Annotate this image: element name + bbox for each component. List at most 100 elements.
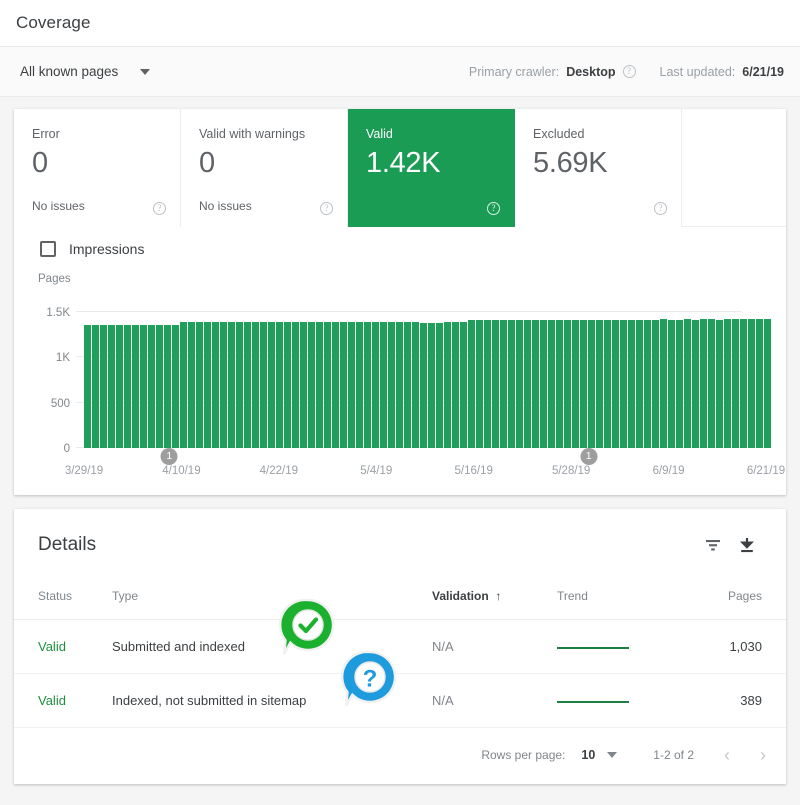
chart-bar[interactable] — [268, 321, 275, 448]
column-header-trend[interactable]: Trend — [557, 581, 682, 620]
chart-bar[interactable] — [380, 321, 387, 448]
chart-bar[interactable] — [108, 325, 115, 448]
chart-bar[interactable] — [708, 319, 715, 448]
chevron-left-icon[interactable]: ‹ — [724, 745, 730, 766]
chart-bar[interactable] — [612, 319, 619, 448]
chart-bar[interactable] — [532, 320, 539, 448]
help-icon[interactable]: ? — [487, 202, 500, 215]
chart-bar[interactable] — [524, 320, 531, 448]
status-card-excluded[interactable]: Excluded 5.69K ? — [515, 109, 682, 227]
chart-bar[interactable] — [348, 321, 355, 448]
chart-bar[interactable] — [500, 319, 507, 448]
chart-bar[interactable] — [252, 321, 259, 448]
chart-bar[interactable] — [572, 320, 579, 448]
chart-bar[interactable] — [628, 319, 635, 448]
column-header-pages[interactable]: Pages — [682, 581, 786, 620]
chart-bar[interactable] — [716, 319, 723, 448]
chevron-right-icon[interactable]: › — [760, 745, 766, 766]
chart-bar[interactable] — [548, 320, 555, 448]
chart-bar[interactable] — [132, 324, 139, 448]
chart-bar[interactable] — [508, 320, 515, 448]
help-icon[interactable]: ? — [654, 202, 667, 215]
chart-bar[interactable] — [588, 319, 595, 448]
chart-bar[interactable] — [388, 321, 395, 448]
chart-bar[interactable] — [156, 325, 163, 448]
chart-bar[interactable] — [700, 319, 707, 448]
chart-bar[interactable] — [724, 319, 731, 448]
chart-annotation-marker[interactable]: 1 — [580, 448, 598, 465]
chart-bar[interactable] — [300, 321, 307, 448]
chart-bar[interactable] — [756, 319, 763, 448]
chart-bar[interactable] — [100, 324, 107, 448]
status-card-error[interactable]: Error 0 No issues ? — [14, 109, 181, 227]
chart-bar[interactable] — [460, 321, 467, 448]
chart-bar[interactable] — [668, 319, 675, 448]
chart-bar[interactable] — [316, 321, 323, 448]
chart-bar[interactable] — [476, 319, 483, 448]
page-filter-dropdown[interactable]: All known pages — [20, 64, 151, 79]
chart-bar[interactable] — [260, 321, 267, 448]
chart-bar[interactable] — [364, 321, 371, 448]
chart-bar[interactable] — [620, 319, 627, 448]
column-header-status[interactable]: Status — [14, 581, 112, 620]
chart-bar[interactable] — [452, 321, 459, 448]
chart-bar[interactable] — [412, 321, 419, 448]
chart-bar[interactable] — [676, 319, 683, 448]
chart-bar[interactable] — [396, 321, 403, 448]
chart-bar[interactable] — [180, 321, 187, 448]
chart-bar[interactable] — [644, 319, 651, 448]
column-header-validation[interactable]: Validation ↑ — [432, 581, 557, 620]
chart-bar[interactable] — [92, 324, 99, 448]
chart-bar[interactable] — [540, 319, 547, 448]
chart-bar[interactable] — [404, 321, 411, 448]
chart-bar[interactable] — [204, 321, 211, 448]
chart-bar[interactable] — [372, 321, 379, 448]
chart-annotation-marker[interactable]: 1 — [160, 448, 178, 465]
chart-bar[interactable] — [740, 319, 747, 448]
chart-bar[interactable] — [172, 324, 179, 448]
chart-bar[interactable] — [124, 324, 131, 448]
chart-bar[interactable] — [580, 319, 587, 448]
chart-bar[interactable] — [764, 319, 771, 448]
chart-bar[interactable] — [596, 319, 603, 448]
help-icon[interactable]: ? — [622, 65, 636, 78]
impressions-toggle[interactable]: Impressions — [14, 241, 786, 257]
chart-bar[interactable] — [284, 321, 291, 448]
chart-bar[interactable] — [340, 321, 347, 448]
chart-bar[interactable] — [148, 324, 155, 448]
impressions-checkbox[interactable] — [40, 241, 56, 257]
download-icon[interactable] — [730, 528, 764, 562]
chart-bar[interactable] — [324, 321, 331, 448]
chart-bar[interactable] — [660, 319, 667, 448]
chart-bar[interactable] — [196, 321, 203, 448]
chart-bar[interactable] — [228, 321, 235, 448]
chart-bar[interactable] — [436, 322, 443, 448]
chart-bar[interactable] — [492, 320, 499, 448]
chart-bar[interactable] — [164, 324, 171, 448]
chevron-down-icon[interactable] — [607, 752, 618, 758]
chart-bar[interactable] — [116, 324, 123, 448]
chart-bar[interactable] — [652, 319, 659, 448]
chart-bar[interactable] — [468, 320, 475, 448]
rows-per-page-value[interactable]: 10 — [581, 748, 595, 762]
chart-bar[interactable] — [604, 319, 611, 448]
column-header-type[interactable]: Type — [112, 581, 432, 620]
chart-bar[interactable] — [308, 321, 315, 448]
chart-bar[interactable] — [484, 320, 491, 448]
chart-bar[interactable] — [292, 321, 299, 448]
help-icon[interactable]: ? — [320, 202, 333, 215]
status-card-valid[interactable]: Valid 1.42K ? — [348, 109, 515, 227]
chart-bar[interactable] — [212, 321, 219, 448]
chart-bar[interactable] — [684, 319, 691, 448]
chart-bar[interactable] — [444, 322, 451, 448]
chart-bar[interactable] — [188, 321, 195, 448]
chart-bar[interactable] — [692, 319, 699, 448]
chart-bar[interactable] — [244, 321, 251, 448]
chart-bar[interactable] — [636, 319, 643, 448]
chart-bar[interactable] — [556, 319, 563, 448]
filter-icon[interactable] — [696, 528, 730, 562]
chart-bar[interactable] — [356, 321, 363, 448]
chart-bar[interactable] — [748, 319, 755, 448]
chart-bar[interactable] — [140, 325, 147, 448]
help-icon[interactable]: ? — [153, 202, 166, 215]
